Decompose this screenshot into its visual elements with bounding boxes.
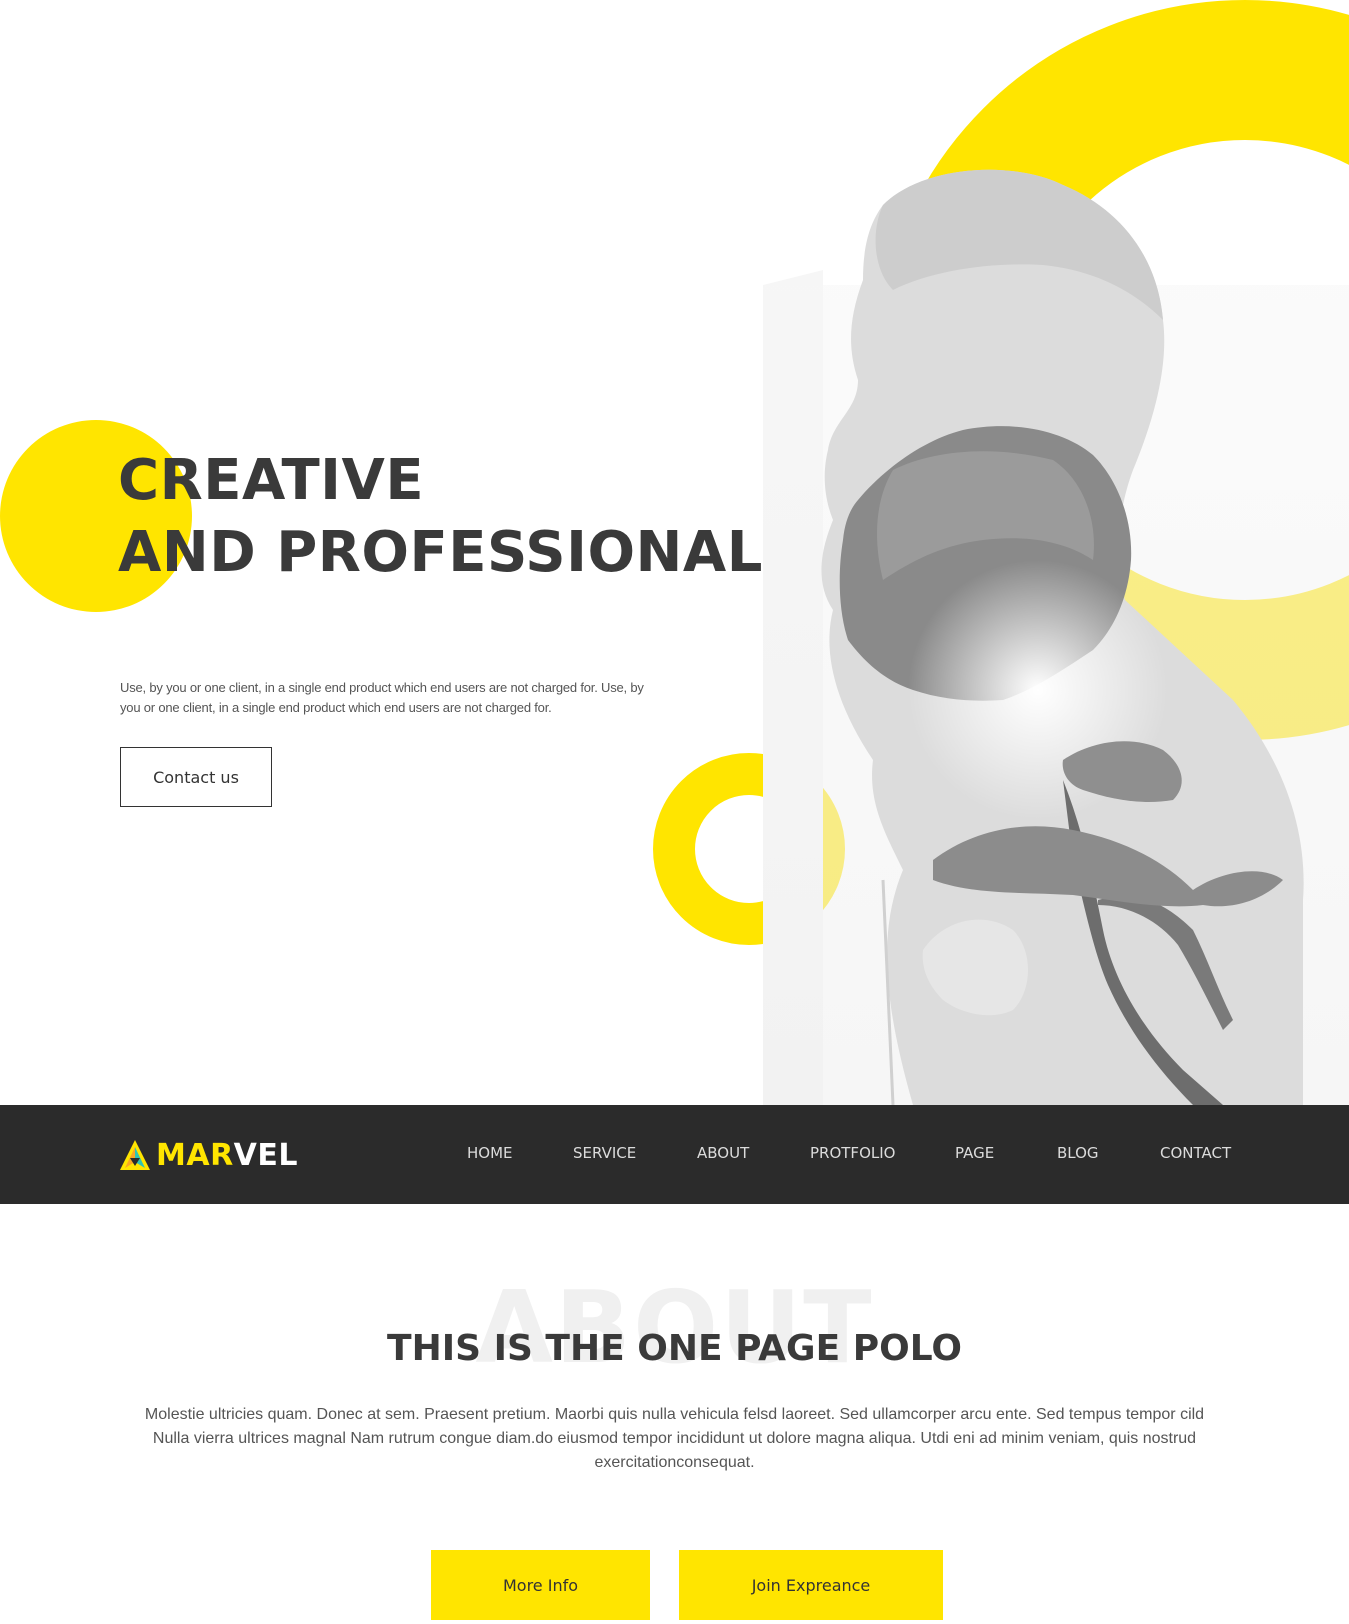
nav-item-about[interactable]: ABOUT	[697, 1144, 749, 1162]
hero-title: CREATIVE AND PROFESSIONAL	[118, 445, 763, 589]
more-info-button[interactable]: More Info	[431, 1550, 650, 1620]
hero-description: Use, by you or one client, in a single e…	[120, 680, 644, 715]
main-navbar: MARVEL HOME SERVICE ABOUT PROTFOLIO PAGE…	[0, 1105, 1349, 1204]
hero-title-line-2: AND PROFESSIONAL	[118, 520, 763, 585]
nav-item-contact[interactable]: CONTACT	[1160, 1144, 1231, 1162]
nav-item-service[interactable]: SERVICE	[573, 1144, 636, 1162]
hero-title-line-1: CREATIVE	[118, 448, 425, 513]
nav-item-home[interactable]: HOME	[467, 1144, 513, 1162]
nav-item-blog[interactable]: BLOG	[1057, 1144, 1099, 1162]
hero-section: CREATIVE AND PROFESSIONAL Use, by you or…	[0, 0, 1349, 1105]
hero-portrait-image	[763, 169, 1349, 1105]
nav-item-page[interactable]: PAGE	[955, 1144, 994, 1162]
about-text: Molestie ultricies quam. Donec at sem. P…	[144, 1406, 1205, 1471]
nav-menu: HOME SERVICE ABOUT PROTFOLIO PAGE BLOG C…	[0, 1105, 1349, 1204]
nav-item-portfolio[interactable]: PROTFOLIO	[810, 1144, 895, 1162]
join-experience-button[interactable]: Join Expreance	[679, 1550, 943, 1620]
contact-us-button[interactable]: Contact us	[120, 747, 272, 807]
about-title: THIS IS THE ONE PAGE POLO	[387, 1328, 962, 1369]
